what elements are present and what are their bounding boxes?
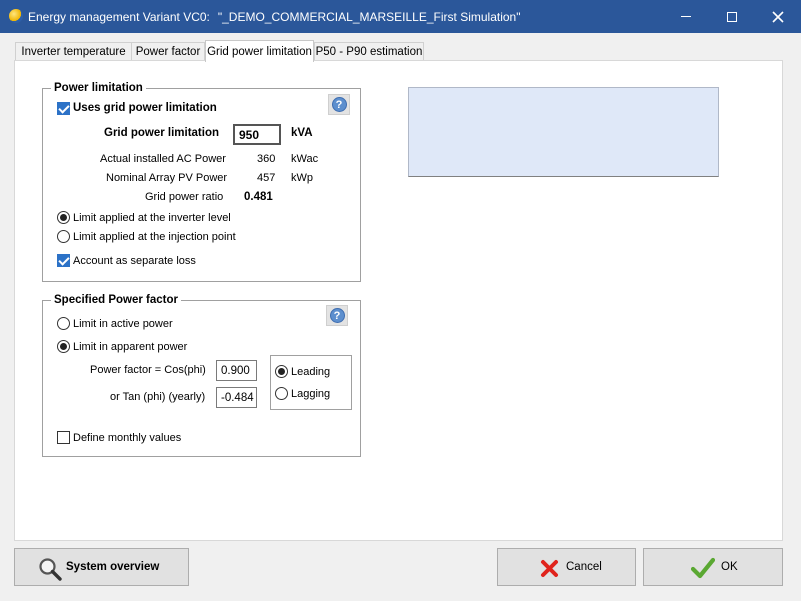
cos-phi-label: Power factor = Cos(phi) <box>90 364 206 376</box>
tan-phi-value: -0.484 <box>221 391 254 404</box>
ok-button[interactable]: OK <box>643 548 783 586</box>
define-monthly-values-label: Define monthly values <box>73 432 182 444</box>
tab-grid-power-limitation[interactable]: Grid power limitation <box>205 40 314 62</box>
help-button-power-factor[interactable]: ? <box>326 305 348 326</box>
ac-power-unit: kWac <box>291 153 319 165</box>
tan-phi-label: or Tan (phi) (yearly) <box>110 391 206 403</box>
pv-power-value: 457 <box>257 172 276 184</box>
tan-phi-input[interactable]: -0.484 <box>216 387 257 408</box>
tab-inverter-temperature[interactable]: Inverter temperature <box>15 42 132 61</box>
system-overview-label: System overview <box>66 561 160 573</box>
minimize-button[interactable] <box>663 0 709 33</box>
define-monthly-values-checkbox[interactable] <box>57 431 70 444</box>
grid-power-limitation-unit: kVA <box>291 127 313 139</box>
ac-power-value: 360 <box>257 153 276 165</box>
maximize-button[interactable] <box>709 0 755 33</box>
tab-p50-p90-estimation[interactable]: P50 - P90 estimation <box>314 42 424 61</box>
cancel-button[interactable]: Cancel <box>497 548 636 586</box>
power-factor-legend: Specified Power factor <box>51 294 181 306</box>
separate-loss-label: Account as separate loss <box>73 255 196 267</box>
help-icon: ? <box>329 308 345 323</box>
grid-power-limitation-input[interactable]: 950 <box>233 124 281 145</box>
lagging-label: Lagging <box>291 388 331 400</box>
tab-label: Grid power limitation <box>207 45 312 58</box>
limit-apparent-power-label: Limit in apparent power <box>73 341 188 353</box>
grid-power-limitation-value: 950 <box>239 127 260 142</box>
leading-radio[interactable] <box>275 365 288 378</box>
minimize-icon <box>681 16 691 17</box>
limit-inverter-level-label: Limit applied at the inverter level <box>73 212 231 224</box>
tab-label: P50 - P90 estimation <box>315 46 423 58</box>
ok-label: OK <box>721 561 738 573</box>
title-prefix: Energy management Variant VC0: <box>28 10 210 24</box>
limit-active-power-radio[interactable] <box>57 317 70 330</box>
red-x-icon <box>541 560 558 577</box>
grid-power-ratio-value: 0.481 <box>244 191 273 203</box>
help-icon: ? <box>331 97 347 112</box>
grid-power-ratio-label: Grid power ratio <box>145 191 224 203</box>
limit-apparent-power-radio[interactable] <box>57 340 70 353</box>
system-overview-button[interactable]: System overview <box>14 548 189 586</box>
close-button[interactable] <box>755 0 801 33</box>
close-icon <box>772 10 784 23</box>
cos-phi-input[interactable]: 0.900 <box>216 360 257 381</box>
pv-power-unit: kWp <box>291 172 313 184</box>
magnifier-icon <box>39 558 62 581</box>
uses-grid-power-limitation-label: Uses grid power limitation <box>73 102 217 114</box>
power-limitation-legend: Power limitation <box>51 82 146 94</box>
phase-selector-box <box>270 355 352 410</box>
limit-inverter-level-radio[interactable] <box>57 211 70 224</box>
app-sun-icon <box>9 9 23 23</box>
ac-power-label: Actual installed AC Power <box>100 153 226 165</box>
title-project: "_DEMO_COMMERCIAL_MARSEILLE_First Simula… <box>217 10 521 24</box>
limit-injection-point-label: Limit applied at the injection point <box>73 231 236 243</box>
lagging-radio[interactable] <box>275 387 288 400</box>
info-box <box>408 87 719 177</box>
tab-label: Inverter temperature <box>21 46 126 58</box>
limit-injection-point-radio[interactable] <box>57 230 70 243</box>
cancel-label: Cancel <box>566 561 602 573</box>
cos-phi-value: 0.900 <box>221 364 250 377</box>
leading-label: Leading <box>291 366 331 378</box>
power-limitation-group: Power limitation <box>42 82 361 282</box>
window-title: Energy management Variant VC0: "_DEMO_COM… <box>28 10 520 24</box>
title-bar: Energy management Variant VC0: "_DEMO_COM… <box>0 0 801 33</box>
help-button-power-limitation[interactable]: ? <box>328 94 350 115</box>
pv-power-label: Nominal Array PV Power <box>106 172 228 184</box>
uses-grid-power-limitation-checkbox[interactable] <box>57 102 70 115</box>
limit-active-power-label: Limit in active power <box>73 318 173 330</box>
grid-power-limitation-label: Grid power limitation <box>104 127 220 139</box>
tab-power-factor[interactable]: Power factor <box>131 42 205 61</box>
maximize-icon <box>727 11 737 22</box>
green-check-icon <box>691 557 715 579</box>
separate-loss-checkbox[interactable] <box>57 254 70 267</box>
tab-label: Power factor <box>135 46 201 58</box>
